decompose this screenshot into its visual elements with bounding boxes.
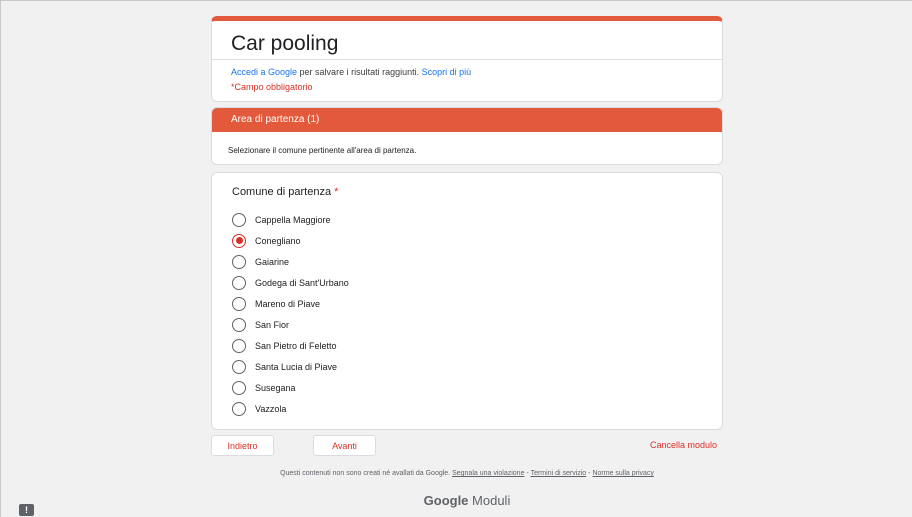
radio-option[interactable]: Godega di Sant'Urbano [232, 272, 722, 293]
radio-unchecked-icon[interactable] [232, 401, 246, 416]
radio-unchecked-icon[interactable] [232, 275, 246, 290]
radio-option-label: Mareno di Piave [255, 298, 321, 309]
form-header-card: Car pooling Accedi a Google per salvare … [211, 16, 723, 102]
required-field-note: *Campo obbligatorio [231, 82, 313, 92]
section-card: Area di partenza (1) Selezionare il comu… [211, 107, 723, 165]
section-title: Area di partenza (1) [212, 108, 722, 132]
radio-option[interactable]: San Fior [232, 314, 722, 335]
radio-option[interactable]: Mareno di Piave [232, 293, 722, 314]
radio-unchecked-icon[interactable] [232, 212, 246, 227]
radio-option[interactable]: San Pietro di Feletto [232, 335, 722, 356]
form-column: Car pooling Accedi a Google per salvare … [211, 16, 723, 508]
brand-google: Google [423, 493, 469, 508]
radio-checked-icon[interactable] [232, 233, 246, 248]
page-viewport: Car pooling Accedi a Google per salvare … [0, 0, 912, 517]
radio-option[interactable]: Susegana [232, 377, 722, 398]
radio-option-label: Santa Lucia di Piave [255, 361, 338, 372]
signin-prompt: Accedi a Google per salvare i risultati … [212, 60, 722, 80]
radio-option-label: Gaiarine [255, 256, 290, 267]
radio-option-label: Godega di Sant'Urbano [255, 277, 349, 288]
learn-more-link[interactable]: Scopri di più [422, 67, 472, 77]
radio-unchecked-icon[interactable] [232, 380, 246, 395]
radio-option-label: Susegana [255, 382, 296, 393]
radio-unchecked-icon[interactable] [232, 338, 246, 353]
radio-option[interactable]: Conegliano [232, 230, 722, 251]
radio-option[interactable]: Cappella Maggiore [232, 209, 722, 230]
radio-option-label: Cappella Maggiore [255, 214, 331, 225]
google-forms-logo[interactable]: Google Moduli [211, 493, 723, 508]
terms-link[interactable]: Termini di servizio [531, 470, 587, 477]
section-description: Selezionare il comune pertinente all'are… [228, 146, 417, 155]
signin-text: per salvare i risultati raggiunti. [297, 67, 422, 77]
question-card: Comune di partenza * Cappella Maggiore Co… [211, 172, 723, 430]
radio-option-label: San Fior [255, 319, 290, 330]
radio-option[interactable]: Santa Lucia di Piave [232, 356, 722, 377]
question-label: Comune di partenza [232, 186, 332, 198]
back-button[interactable]: Indietro [211, 435, 274, 456]
radio-option-label: Vazzola [255, 403, 287, 414]
footer-disclaimer: Questi contenuti non sono creati né aval… [211, 469, 723, 478]
radio-option[interactable]: Gaiarine [232, 251, 722, 272]
radio-unchecked-icon[interactable] [232, 254, 246, 269]
report-feedback-icon[interactable]: ! [19, 504, 34, 516]
radio-group: Cappella Maggiore Conegliano Gaiarine Godeg… [212, 209, 722, 419]
radio-unchecked-icon[interactable] [232, 359, 246, 374]
report-abuse-link[interactable]: Segnala una violazione [452, 470, 524, 477]
required-asterisk: * [334, 186, 339, 198]
radio-unchecked-icon[interactable] [232, 296, 246, 311]
clear-form-link[interactable]: Cancella modulo [650, 440, 717, 450]
next-button[interactable]: Avanti [313, 435, 376, 456]
brand-product: Moduli [468, 493, 511, 508]
radio-option-label: San Pietro di Feletto [255, 340, 337, 351]
disclaimer-text: Questi contenuti non sono creati né aval… [280, 470, 453, 477]
form-title: Car pooling [212, 21, 722, 60]
radio-unchecked-icon[interactable] [232, 317, 246, 332]
radio-option[interactable]: Vazzola [232, 398, 722, 419]
question-title: Comune di partenza * [212, 173, 722, 209]
signin-link[interactable]: Accedi a Google [231, 67, 297, 77]
navigation-row: Indietro Avanti Cancella modulo [211, 435, 723, 457]
radio-option-label: Conegliano [255, 235, 301, 246]
privacy-link[interactable]: Norme sulla privacy [592, 470, 653, 477]
